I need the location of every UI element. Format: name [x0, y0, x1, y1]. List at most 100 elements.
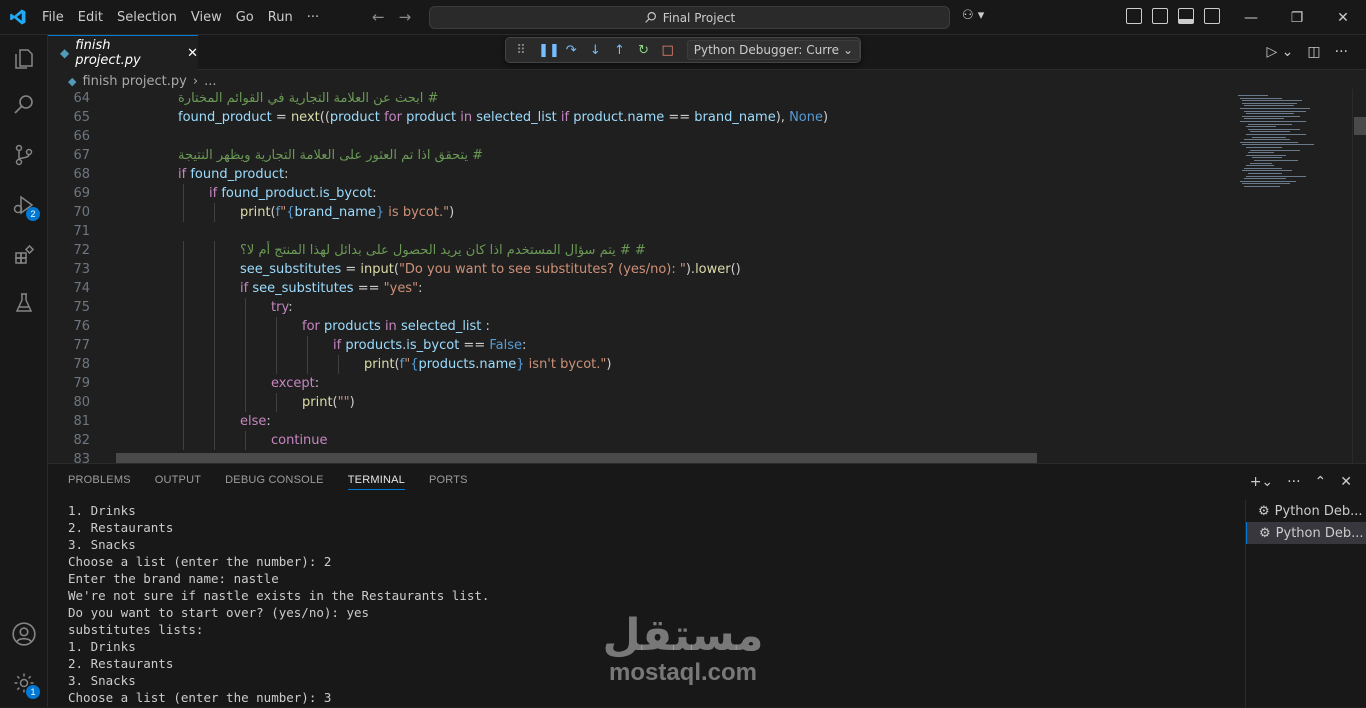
- minimap-line: [1246, 134, 1306, 135]
- step-over-icon[interactable]: ↷: [564, 43, 578, 58]
- code-line[interactable]: 69 if found_product.is_bycot:: [48, 184, 1230, 203]
- tab-problems[interactable]: PROBLEMS: [68, 474, 131, 490]
- accounts-icon[interactable]: [0, 610, 48, 658]
- restart-icon[interactable]: ↻: [637, 43, 651, 58]
- code-line[interactable]: 65 found_product = next((product for prod…: [48, 108, 1230, 127]
- indent-guide: [214, 393, 215, 412]
- line-number: 73: [73, 262, 90, 277]
- terminal-line: Enter the brand name: nastle: [68, 571, 279, 586]
- code-line[interactable]: 80 print(""): [48, 393, 1230, 412]
- command-center-search[interactable]: Final Project: [429, 6, 950, 29]
- menu-item[interactable]: Run: [261, 10, 300, 25]
- close-window-button[interactable]: ✕: [1320, 0, 1366, 35]
- code-line[interactable]: 66: [48, 127, 1230, 146]
- vertical-scrollbar[interactable]: [1352, 89, 1366, 463]
- code-token: for: [384, 110, 402, 125]
- breadcrumb-file[interactable]: finish project.py: [82, 74, 186, 89]
- code-line[interactable]: 71: [48, 222, 1230, 241]
- code-line[interactable]: 78 print(f"{products.name} isn't bycot."): [48, 355, 1230, 374]
- line-number: 68: [73, 167, 90, 182]
- code-token: ): [822, 110, 829, 125]
- code-line[interactable]: 73 see_substitutes = input("Do you want t…: [48, 260, 1230, 279]
- code-line[interactable]: 82 continue: [48, 431, 1230, 450]
- code-editor[interactable]: 83 82 continue 81 else: 80 print("") 79 except: 7…: [48, 89, 1230, 463]
- code-line[interactable]: 70 print(f"{brand_name} is bycot."): [48, 203, 1230, 222]
- code-token: "Do you want to see substitutes? (yes/no…: [398, 262, 686, 277]
- drag-handle-icon[interactable]: ⠿: [514, 43, 528, 58]
- minimap-line: [1238, 95, 1268, 96]
- code-token: :: [314, 376, 320, 391]
- tab-ports[interactable]: PORTS: [429, 474, 468, 490]
- indent-guide: [214, 203, 215, 222]
- source-control-icon[interactable]: [0, 131, 48, 179]
- toggle-panel-icon[interactable]: [1178, 8, 1194, 24]
- copilot-icon[interactable]: ⚇ ▾: [962, 8, 984, 23]
- breadcrumb-rest[interactable]: ...: [204, 74, 216, 89]
- explorer-icon[interactable]: [0, 35, 48, 83]
- menu-item[interactable]: Go: [229, 10, 261, 25]
- stop-icon[interactable]: □: [661, 43, 675, 58]
- code-token: product: [406, 110, 457, 125]
- code-line[interactable]: 72 # # يتم سؤال المستخدم اذا كان يريد الح…: [48, 241, 1230, 260]
- code-line[interactable]: 67 # يتحقق اذا تم العثور على العلامة التج…: [48, 146, 1230, 165]
- tab-terminal[interactable]: TERMINAL: [347, 474, 405, 490]
- terminal-session-item[interactable]: ⚙ Python Deb...: [1246, 522, 1366, 544]
- indent-guide: [276, 355, 277, 374]
- code-text: found_product = next((product for produc…: [178, 108, 828, 127]
- step-into-icon[interactable]: ↓: [588, 43, 602, 58]
- menu-item[interactable]: File: [35, 10, 71, 25]
- maximize-panel-icon[interactable]: ⌃: [1315, 474, 1327, 490]
- close-tab-icon[interactable]: ✕: [187, 46, 198, 61]
- menu-item[interactable]: ···: [300, 10, 326, 25]
- debug-config-select[interactable]: Python Debugger: Curre ⌄: [686, 40, 861, 60]
- run-debug-icon[interactable]: 2: [0, 181, 48, 229]
- code-token: ).: [685, 262, 696, 277]
- panel-tabs: PROBLEMS OUTPUT DEBUG CONSOLE TERMINAL PORTS: [68, 474, 468, 490]
- manage-gear-icon[interactable]: 1: [0, 659, 48, 707]
- more-icon[interactable]: ···: [1287, 474, 1300, 490]
- indent-guide: [245, 317, 246, 336]
- new-terminal-icon[interactable]: +⌄: [1250, 474, 1273, 490]
- toggle-secondary-sidebar-icon[interactable]: [1204, 8, 1220, 24]
- watermark-arabic: مستقل: [602, 610, 764, 661]
- toggle-sidebar-icon[interactable]: [1152, 8, 1168, 24]
- menu-item[interactable]: Selection: [110, 10, 184, 25]
- step-out-icon[interactable]: ↑: [612, 43, 626, 58]
- minimize-button[interactable]: —: [1228, 0, 1274, 35]
- tab-finish-project[interactable]: ◆ finish project.py ✕: [48, 35, 198, 70]
- indent-guide: [276, 336, 277, 355]
- menu-item[interactable]: Edit: [71, 10, 110, 25]
- nav-arrows: ← →: [372, 8, 411, 26]
- tab-output[interactable]: OUTPUT: [155, 474, 201, 490]
- forward-arrow-icon[interactable]: →: [399, 8, 412, 26]
- extensions-icon[interactable]: [0, 231, 48, 279]
- pause-icon[interactable]: ❚❚: [538, 43, 560, 58]
- customize-layout-icon[interactable]: [1126, 8, 1142, 24]
- menu-item[interactable]: View: [184, 10, 229, 25]
- code-line[interactable]: 74 if see_substitutes == "yes":: [48, 279, 1230, 298]
- code-line[interactable]: 76 for products in selected_list :: [48, 317, 1230, 336]
- code-token: see_substitutes: [240, 262, 342, 277]
- scrollbar-thumb[interactable]: [1354, 117, 1366, 135]
- search-view-icon[interactable]: [0, 81, 48, 129]
- tab-debug-console[interactable]: DEBUG CONSOLE: [225, 474, 324, 490]
- code-token: see_substitutes: [252, 281, 354, 296]
- code-line[interactable]: 75 try:: [48, 298, 1230, 317]
- terminal-session-item[interactable]: ⚙ Python Deb...: [1246, 500, 1366, 522]
- indent-guide: [214, 355, 215, 374]
- split-editor-icon[interactable]: ◫: [1307, 44, 1320, 60]
- code-line[interactable]: 68 if found_product:: [48, 165, 1230, 184]
- testing-flask-icon[interactable]: [0, 279, 48, 327]
- close-panel-icon[interactable]: ✕: [1340, 474, 1352, 490]
- code-line[interactable]: 64 # ابحث عن العلامة التجارية في القوائم …: [48, 89, 1230, 108]
- code-line[interactable]: 77 if products.is_bycot == False:: [48, 336, 1230, 355]
- code-line[interactable]: 79 except:: [48, 374, 1230, 393]
- horizontal-scrollbar[interactable]: [116, 453, 1037, 463]
- code-token: if: [178, 167, 187, 182]
- more-actions-icon[interactable]: ···: [1335, 44, 1348, 60]
- code-line[interactable]: 81 else:: [48, 412, 1230, 431]
- minimap[interactable]: [1230, 89, 1351, 463]
- run-file-icon[interactable]: ▷ ⌄: [1266, 44, 1293, 60]
- restore-button[interactable]: ❐: [1274, 0, 1320, 35]
- back-arrow-icon[interactable]: ←: [372, 8, 385, 26]
